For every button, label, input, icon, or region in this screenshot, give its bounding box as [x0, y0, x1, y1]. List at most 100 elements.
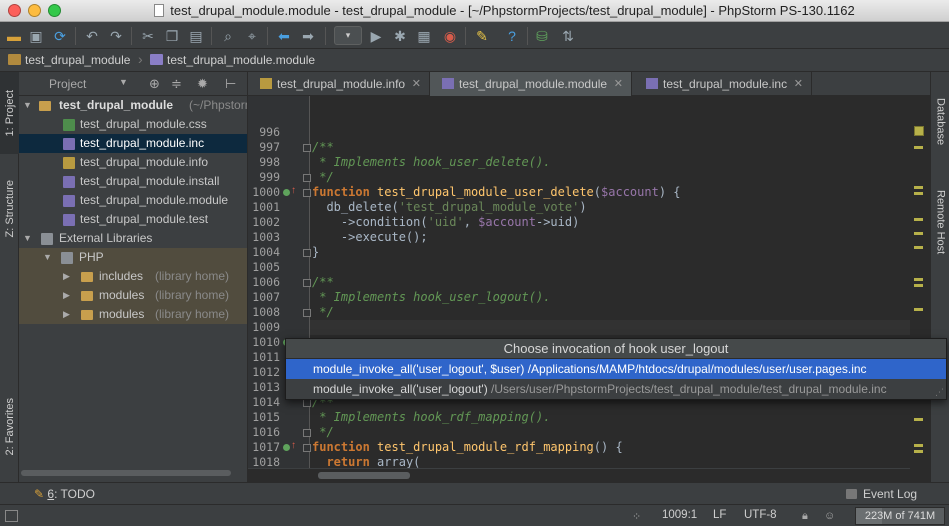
popup-item-selected[interactable]: module_invoke_all('user_logout', $user) … [286, 359, 946, 379]
remote-icon[interactable]: ⇅ [558, 26, 578, 46]
implements-marker-icon[interactable] [283, 444, 290, 451]
save-icon[interactable]: ▣ [26, 26, 46, 46]
event-log-button[interactable]: Event Log [846, 487, 917, 501]
redo-icon[interactable]: ↷ [106, 26, 126, 46]
tree-php-library[interactable]: ▼ PHP [19, 248, 247, 267]
replace-icon[interactable]: ⌖ [242, 26, 262, 46]
warning-mark[interactable] [914, 284, 923, 287]
todo-tool-button[interactable]: ✎ 6: TODO [34, 487, 95, 501]
error-stripe[interactable] [910, 96, 930, 482]
run-config-dropdown[interactable]: ▾ [334, 26, 362, 45]
lock-icon[interactable]: 🔒︎ [802, 510, 814, 522]
tab-structure[interactable]: Z: Structure [0, 164, 19, 254]
inspection-status-icon[interactable] [914, 126, 924, 136]
tab-favorites[interactable]: 2: Favorites [0, 382, 19, 472]
close-tab-icon[interactable]: ✕ [614, 72, 623, 96]
forward-icon[interactable]: ➡ [298, 26, 318, 46]
memory-indicator[interactable]: 223M of 741M [855, 507, 945, 525]
tree-library-folder[interactable]: ▶ includes (library home) [19, 267, 247, 286]
db-icon[interactable]: ⛁ [532, 26, 552, 46]
collapsed-arrow-icon: ▶ [63, 271, 70, 281]
toggle-tool-windows-icon[interactable] [5, 510, 18, 522]
coverage-icon[interactable]: ▦ [414, 26, 434, 46]
tab-module-file[interactable]: test_drupal_module.module ✕ [430, 72, 632, 96]
file-encoding[interactable]: UTF-8 [744, 509, 777, 521]
close-window-button[interactable] [8, 4, 21, 17]
debug-icon[interactable]: ✱ [390, 26, 410, 46]
warning-mark[interactable] [914, 450, 923, 453]
code-editor[interactable]: 996 997 998 999 1000 1001 1002 1003 1004… [248, 96, 930, 468]
breadcrumb-file[interactable]: test_drupal_module.module [150, 52, 315, 69]
resize-grip-icon[interactable]: ⋰ [935, 387, 944, 398]
tree-external-libraries[interactable]: ▼ External Libraries [19, 229, 247, 248]
tab-database[interactable]: Database [931, 82, 949, 162]
tree-file-selected[interactable]: test_drupal_module.inc [19, 134, 247, 153]
fold-icon[interactable] [303, 249, 311, 257]
maximize-window-button[interactable] [48, 4, 61, 17]
minimize-window-button[interactable] [28, 4, 41, 17]
warning-mark[interactable] [914, 308, 923, 311]
tree-file[interactable]: test_drupal_module.test [19, 210, 247, 229]
warning-mark[interactable] [914, 418, 923, 421]
editor-horizontal-scrollbar[interactable] [248, 468, 930, 482]
close-tab-icon[interactable]: ✕ [412, 72, 421, 96]
settings-icon[interactable]: ✎ [472, 26, 492, 46]
undo-icon[interactable]: ↶ [82, 26, 102, 46]
close-tab-icon[interactable]: ✕ [794, 72, 803, 96]
find-icon[interactable]: ⌕ [218, 26, 238, 46]
project-view-selector[interactable]: Project [49, 77, 86, 91]
open-folder-icon[interactable]: ▬ [4, 26, 24, 46]
fold-icon[interactable] [303, 144, 311, 152]
tree-root[interactable]: ▼ test_drupal_module (~/Phpstorm [19, 96, 247, 115]
collapse-icon[interactable]: ≑ [171, 76, 182, 92]
warning-mark[interactable] [914, 218, 923, 221]
event-log-icon [846, 489, 857, 499]
warning-mark[interactable] [914, 278, 923, 281]
implements-marker-icon[interactable] [283, 189, 290, 196]
breadcrumb-project[interactable]: test_drupal_module [8, 52, 130, 69]
tab-inc-file[interactable]: test_drupal_module.inc ✕ [632, 72, 812, 96]
tree-file[interactable]: test_drupal_module.module [19, 191, 247, 210]
tab-project[interactable]: 1: Project [0, 72, 19, 154]
warning-mark[interactable] [914, 146, 923, 149]
project-scrollbar[interactable] [19, 468, 247, 478]
tree-file[interactable]: test_drupal_module.info [19, 153, 247, 172]
popup-item[interactable]: module_invoke_all('user_logout') /Users/… [286, 379, 946, 399]
tab-remote-host[interactable]: Remote Host [931, 172, 949, 272]
fold-icon[interactable] [303, 174, 311, 182]
sync-icon[interactable]: ⟳ [50, 26, 70, 46]
fold-icon[interactable] [303, 444, 311, 452]
fold-icon[interactable] [303, 399, 311, 407]
fold-icon[interactable] [303, 279, 311, 287]
gear-icon[interactable]: ✹ [197, 76, 208, 92]
fold-icon[interactable] [303, 309, 311, 317]
cut-icon[interactable]: ✂ [138, 26, 158, 46]
tree-library-folder[interactable]: ▶ modules (library home) [19, 286, 247, 305]
locate-icon[interactable]: ⊕ [149, 76, 160, 92]
tree-file[interactable]: test_drupal_module.install [19, 172, 247, 191]
run-icon[interactable]: ▶ [366, 26, 386, 46]
chevron-down-icon[interactable]: ▼ [119, 77, 128, 87]
caret-position[interactable]: 1009:1 [662, 509, 697, 521]
hide-panel-icon[interactable]: ⊢ [225, 76, 236, 92]
fold-icon[interactable] [303, 429, 311, 437]
tab-info-file[interactable]: test_drupal_module.info ✕ [248, 72, 430, 96]
stop-icon[interactable]: ◉ [440, 26, 460, 46]
warning-mark[interactable] [914, 192, 923, 195]
background-tasks-icon[interactable]: ⁘ [632, 510, 644, 523]
help-icon[interactable]: ? [502, 26, 522, 46]
breadcrumb-separator-icon: › [138, 51, 143, 67]
tree-library-folder[interactable]: ▶ modules (library home) [19, 305, 247, 324]
warning-mark[interactable] [914, 246, 923, 249]
warning-mark[interactable] [914, 444, 923, 447]
back-icon[interactable]: ⬅ [274, 26, 294, 46]
expanded-arrow-icon: ▼ [23, 233, 32, 243]
fold-icon[interactable] [303, 189, 311, 197]
inspector-icon[interactable]: ☺ [824, 510, 836, 522]
warning-mark[interactable] [914, 232, 923, 235]
warning-mark[interactable] [914, 186, 923, 189]
paste-icon[interactable]: ▤ [186, 26, 206, 46]
copy-icon[interactable]: ❐ [162, 26, 182, 46]
line-separator[interactable]: LF [713, 509, 726, 521]
tree-file[interactable]: test_drupal_module.css [19, 115, 247, 134]
